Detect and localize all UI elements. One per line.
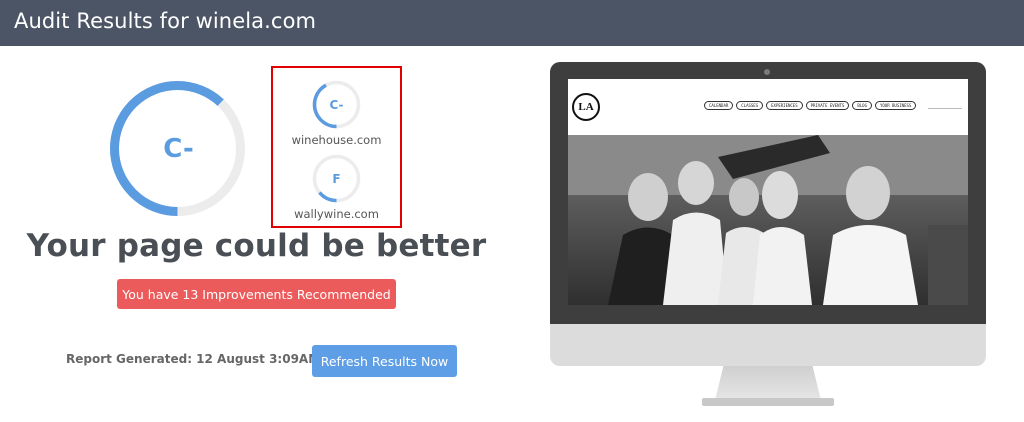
competitor-grade: C- (329, 97, 344, 112)
header-bar: Audit Results for winela.com (0, 0, 1024, 46)
monitor-stand-base (702, 398, 834, 406)
competitor-domain: winehouse.com (291, 133, 382, 147)
competitor-grade: F (332, 171, 341, 186)
preview-site-nav: LA CALENDAR CLASSES EXPERIENCES PRIVATE … (568, 79, 968, 135)
monitor-chin (550, 324, 986, 366)
monitor-stand-neck (715, 366, 821, 400)
preview-site-menu: CALENDAR CLASSES EXPERIENCES PRIVATE EVE… (704, 101, 917, 110)
report-generated-text: Report Generated: 12 August 3:09AM (66, 352, 321, 366)
preview-menu-item: YOUR BUSINESS (874, 101, 917, 110)
improvements-badge[interactable]: You have 13 Improvements Recommended (117, 279, 396, 309)
competitor-gauge: C- (311, 79, 362, 130)
competitor-gauge: F (311, 153, 362, 204)
preview-menu-item: CALENDAR (704, 101, 734, 110)
hero-photo-people (568, 135, 968, 305)
monitor-bezel: LA CALENDAR CLASSES EXPERIENCES PRIVATE … (550, 62, 986, 324)
preview-site-logo: LA (572, 93, 600, 121)
competitor-comparison-box: C- winehouse.com F wallywine.com (271, 66, 402, 228)
refresh-results-button[interactable]: Refresh Results Now (312, 345, 457, 377)
competitor-item[interactable]: C- winehouse.com (273, 79, 400, 147)
camera-icon (764, 69, 770, 75)
preview-search-field (928, 104, 962, 109)
preview-menu-item: PRIVATE EVENTS (805, 101, 850, 110)
preview-menu-item: EXPERIENCES (766, 101, 803, 110)
main-grade-gauge: C- (108, 79, 247, 218)
preview-menu-item: BLOG (852, 101, 872, 110)
preview-hero-photo (568, 135, 968, 305)
headline: Your page could be better (26, 228, 487, 264)
site-preview-screen: LA CALENDAR CLASSES EXPERIENCES PRIVATE … (568, 79, 968, 305)
competitor-item[interactable]: F wallywine.com (273, 153, 400, 221)
page-title: Audit Results for winela.com (14, 9, 317, 33)
preview-menu-item: CLASSES (736, 101, 764, 110)
main-grade-label: C- (163, 133, 194, 164)
competitor-domain: wallywine.com (294, 207, 379, 221)
site-preview-monitor: LA CALENDAR CLASSES EXPERIENCES PRIVATE … (550, 62, 986, 406)
